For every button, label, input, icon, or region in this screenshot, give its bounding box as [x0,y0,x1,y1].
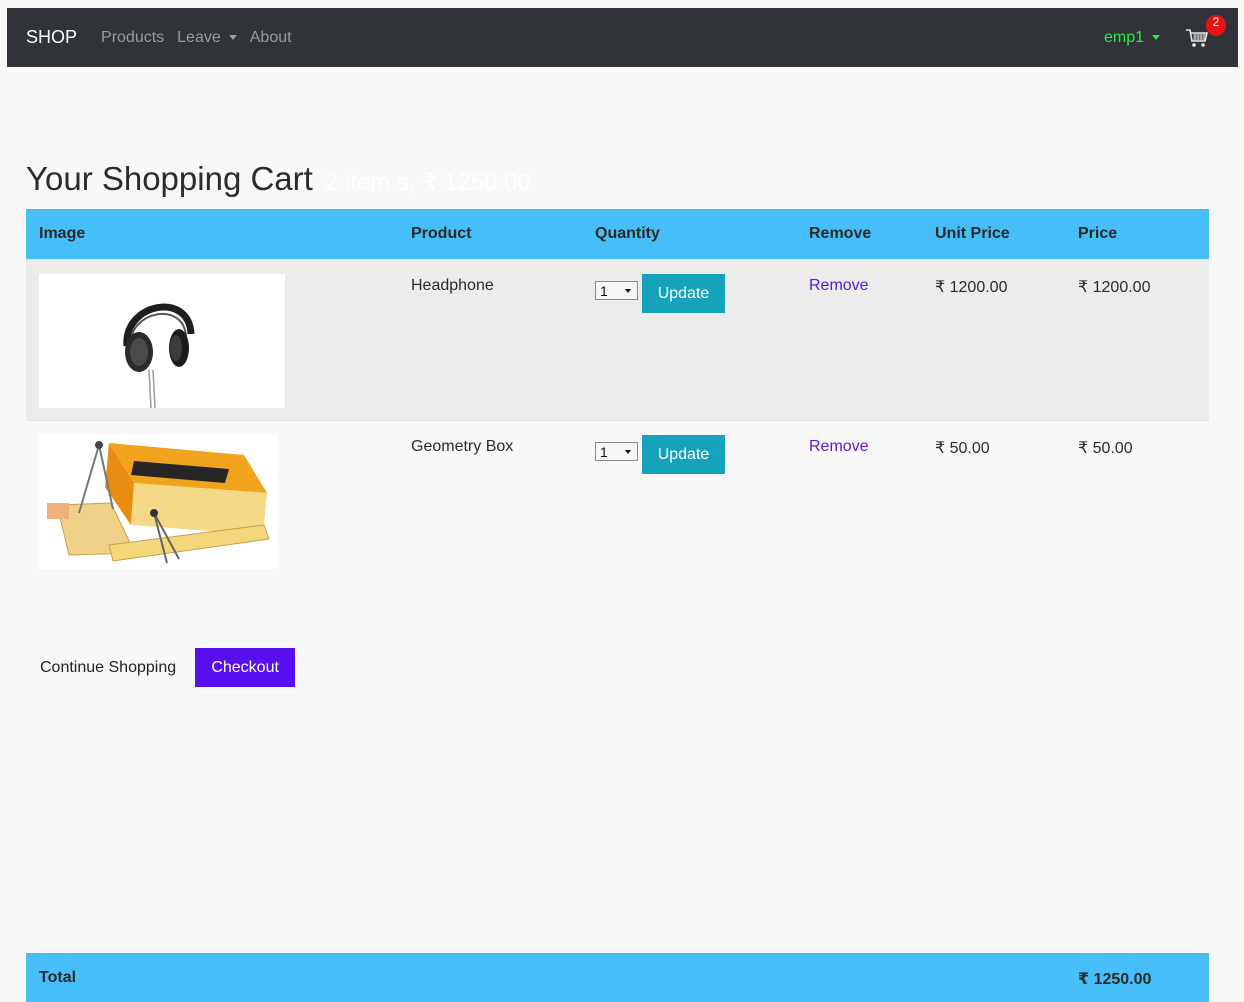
total-value: ₹ 1250.00 [1078,971,1152,988]
remove-link[interactable]: Remove [809,438,869,456]
header-product: Product [411,225,472,242]
update-button[interactable]: Update [642,274,725,313]
headphone-image [39,274,285,408]
quantity-select[interactable]: 1 [595,281,638,300]
line-price: ₹ 50.00 [1078,440,1133,457]
nav-leave-dropdown[interactable]: Leave [177,29,237,47]
unit-price: ₹ 1200.00 [935,279,1008,296]
nav-products[interactable]: Products [101,29,164,47]
nav-leave-label: Leave [177,28,221,46]
cart-summary: 2 item s, ₹ 1250.00 [324,169,531,196]
product-name: Headphone [411,277,494,294]
geometry-box-image [39,435,277,569]
header-image: Image [39,225,86,242]
header-quantity: Quantity [595,225,660,242]
product-name: Geometry Box [411,438,514,455]
continue-shopping-link[interactable]: Continue Shopping [40,659,176,677]
cart-count-badge: 2 [1206,14,1226,36]
chevron-down-icon [625,289,631,293]
quantity-value: 1 [600,443,608,460]
quantity-select[interactable]: 1 [595,442,638,461]
total-label: Total [39,969,77,986]
cart-button[interactable]: 2 [1185,14,1226,49]
header-remove: Remove [809,225,872,242]
page-title: Your Shopping Cart 2 item s, ₹ 1250.00 [26,160,531,198]
unit-price: ₹ 50.00 [935,440,990,457]
user-name: emp1 [1103,28,1144,46]
table-header: Image Product Quantity Remove Unit Price… [26,209,1209,259]
caret-down-icon [1152,35,1160,40]
table-footer: Total ₹ 1250.00 [26,953,1209,1002]
cart-actions: Continue Shopping Checkout [40,648,296,687]
table-row: Geometry Box 1 Update Remove ₹ 50.00 ₹ 5… [26,420,1209,581]
line-price: ₹ 1200.00 [1078,279,1151,296]
chevron-down-icon [625,450,631,454]
nav-products-label: Products [101,28,165,46]
nav-about[interactable]: About [250,29,292,47]
update-button[interactable]: Update [642,435,725,474]
header-price: Price [1078,225,1118,242]
checkout-button[interactable]: Checkout [195,648,296,687]
cart-table: Image Product Quantity Remove Unit Price… [26,209,1209,1002]
quantity-value: 1 [600,282,608,299]
remove-link[interactable]: Remove [809,277,869,295]
brand-link[interactable]: SHOP [26,27,77,48]
cart-icon [1186,28,1209,47]
page-title-text: Your Shopping Cart [26,160,313,197]
page: SHOP Products Leave About emp1 2 Your Sh… [0,0,1244,1002]
header-unit-price: Unit Price [935,225,1010,242]
table-row: Headphone 1 Update Remove ₹ 1200.00 ₹ 12… [26,259,1209,420]
nav-right: emp1 2 [1104,14,1226,49]
nav-about-label: About [249,28,292,46]
caret-down-icon [228,35,237,40]
navbar: SHOP Products Leave About emp1 2 [7,8,1238,67]
quantity-control: 1 Update [595,274,725,313]
user-dropdown[interactable]: emp1 [1104,29,1160,47]
quantity-control: 1 Update [595,435,725,474]
